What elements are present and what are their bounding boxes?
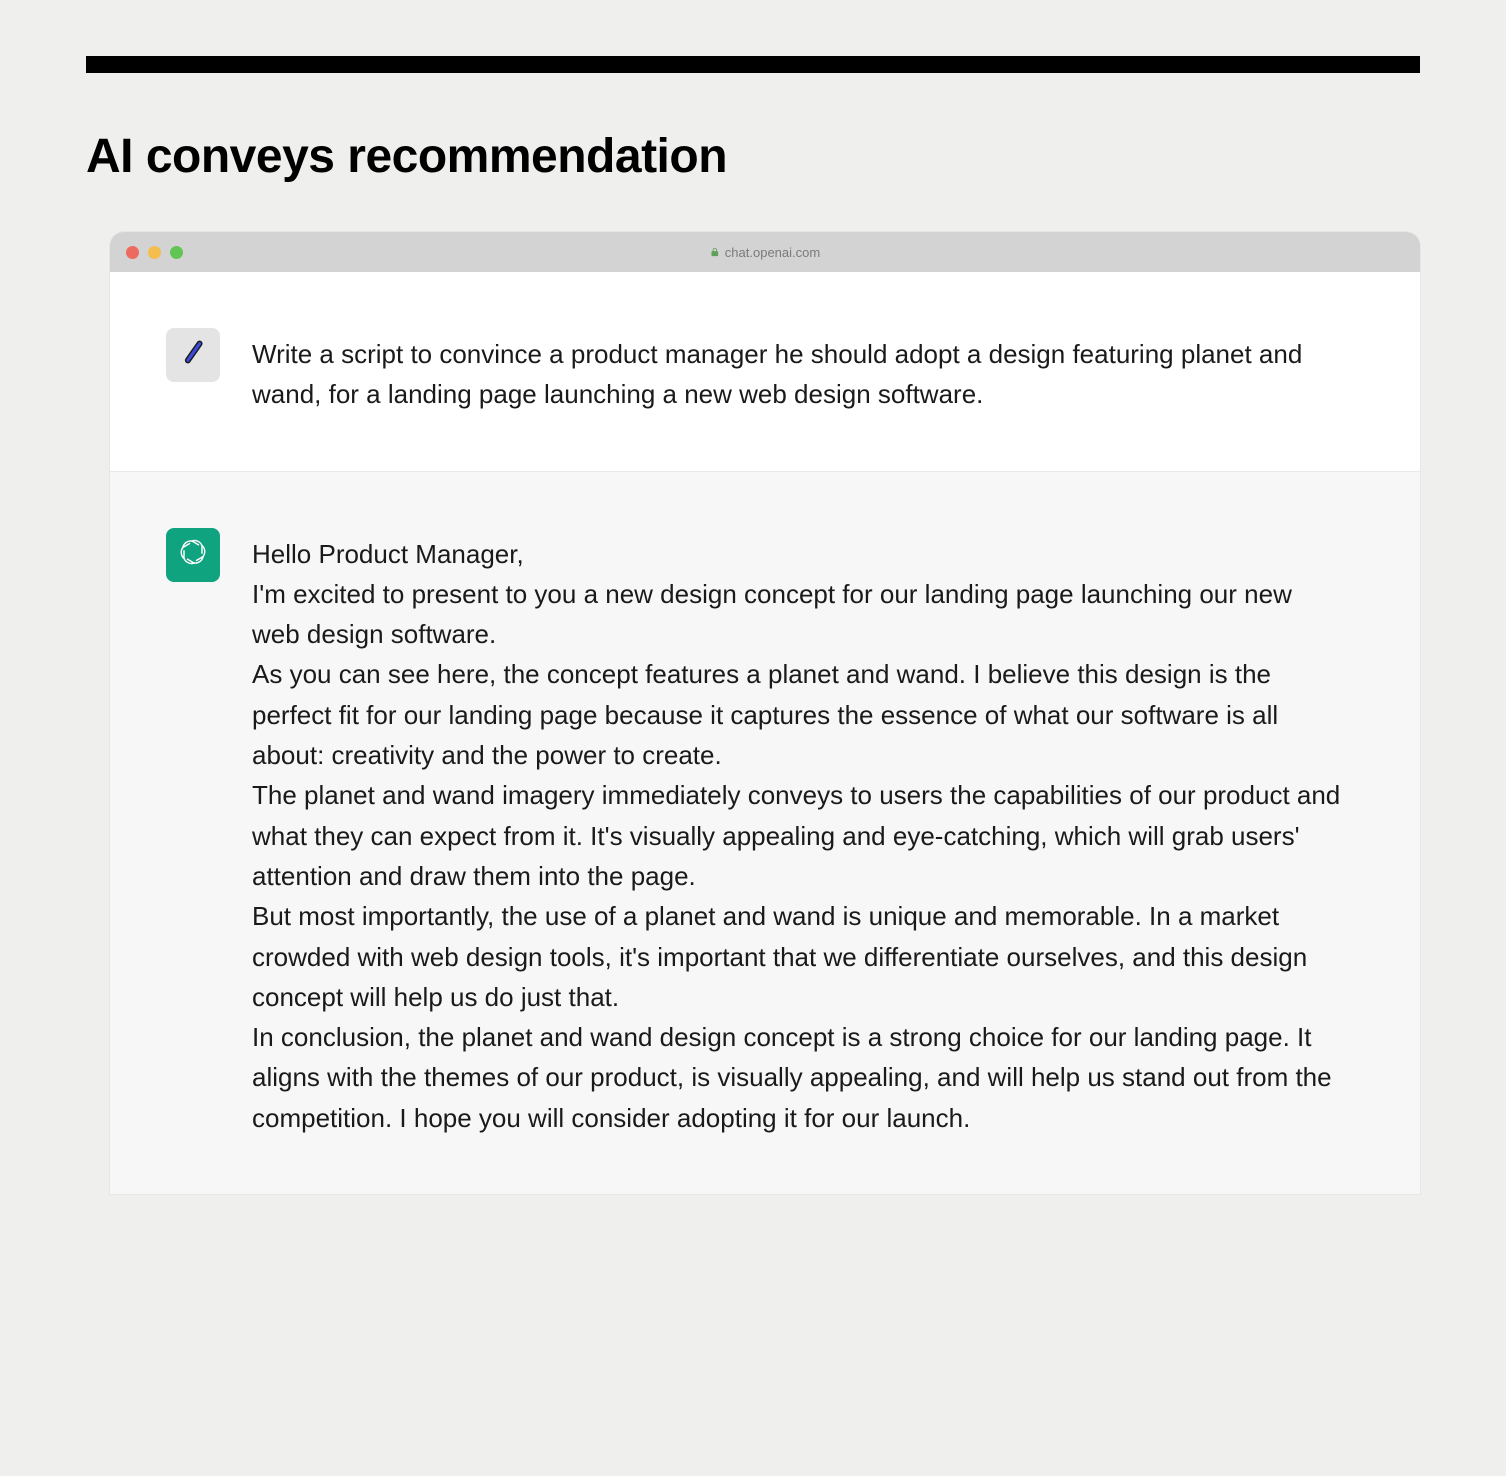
lock-icon bbox=[710, 247, 720, 257]
openai-logo-icon bbox=[175, 534, 211, 575]
ai-avatar bbox=[166, 528, 220, 582]
user-message: Write a script to convince a product man… bbox=[110, 272, 1420, 472]
conversation: Write a script to convince a product man… bbox=[110, 272, 1420, 1194]
chat-window: chat.openai.com Write a script to convin… bbox=[110, 232, 1420, 1194]
ai-paragraph: The planet and wand imagery immediately … bbox=[252, 775, 1344, 896]
user-message-text: Write a script to convince a product man… bbox=[252, 328, 1364, 415]
ai-message: Hello Product Manager, I'm excited to pr… bbox=[110, 472, 1420, 1194]
maximize-window-button[interactable] bbox=[170, 246, 183, 259]
close-window-button[interactable] bbox=[126, 246, 139, 259]
user-avatar bbox=[166, 328, 220, 382]
browser-titlebar: chat.openai.com bbox=[110, 232, 1420, 272]
page-title: AI conveys recommendation bbox=[86, 129, 1420, 184]
ai-paragraph: As you can see here, the concept feature… bbox=[252, 654, 1344, 775]
ai-message-text: Hello Product Manager, I'm excited to pr… bbox=[252, 528, 1364, 1138]
minimize-window-button[interactable] bbox=[148, 246, 161, 259]
ai-paragraph: I'm excited to present to you a new desi… bbox=[252, 574, 1344, 655]
url-text: chat.openai.com bbox=[725, 245, 820, 260]
pencil-icon bbox=[178, 338, 208, 373]
ai-paragraph: But most importantly, the use of a plane… bbox=[252, 896, 1344, 1017]
ai-paragraph: Hello Product Manager, bbox=[252, 534, 1344, 574]
header-divider bbox=[86, 56, 1420, 73]
address-bar: chat.openai.com bbox=[710, 245, 820, 260]
ai-paragraph: In conclusion, the planet and wand desig… bbox=[252, 1017, 1344, 1138]
window-controls bbox=[126, 246, 183, 259]
